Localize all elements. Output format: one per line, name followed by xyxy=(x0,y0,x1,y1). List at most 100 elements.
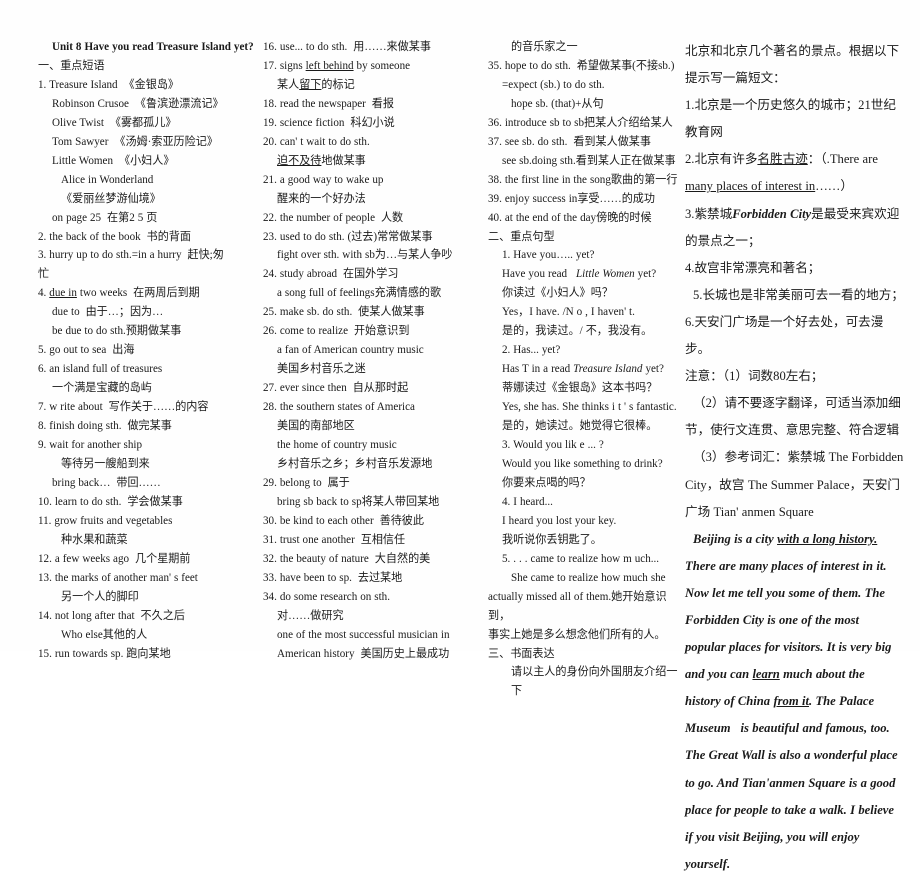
text-line: Little Women 《小妇人》 xyxy=(52,154,175,167)
text-line: 三、书面表达 xyxy=(488,647,555,660)
text-line: 13. the marks of another man' s feet xyxy=(38,571,198,584)
text-line: 种水果和蔬菜 xyxy=(61,533,128,546)
text-line: one of the most successful musician in xyxy=(277,628,450,641)
text-line: Would you like something to drink? xyxy=(502,457,663,470)
text-line: bring sb back to sp将某人带回某地 xyxy=(277,495,440,508)
text-line: 4. I heard... xyxy=(502,495,553,508)
text-line: 《爱丽丝梦游仙境》 xyxy=(61,192,161,205)
document-page: Unit 8 Have you read Treasure Island yet… xyxy=(0,0,920,871)
text-line: 31. trust one another 互相信任 xyxy=(263,533,406,546)
text-line: 你要来点喝的吗？ xyxy=(502,476,591,489)
text-line: Has T in a read Treasure Island yet? xyxy=(502,363,664,376)
text-line: on page 25 在第2 5 页 xyxy=(52,211,158,224)
text-line: 蒂娜读过《金银岛》这本书吗？ xyxy=(502,382,658,395)
text-line: 5.长城也是非常美丽可去一看的地方； xyxy=(693,287,904,302)
text-line: 事实上她是多么想念他们所有的人。 xyxy=(488,628,666,641)
text-line: 迫不及待地做某事 xyxy=(277,154,366,167)
text-line: （2）请不要逐字翻译，可适当添加细 xyxy=(693,396,901,411)
text-line: 你读过《小妇人》吗？ xyxy=(502,287,613,300)
column-4: 北京和北京几个著名的景点。根据以下 提示写一篇短文： 1.北京是一个历史悠久的城市；… xyxy=(685,38,907,878)
text-line: 教育网 xyxy=(685,125,723,140)
text-line: due to 由于…；因为… xyxy=(52,306,164,319)
text-line: The Great Wall is also a wonderful place xyxy=(685,748,898,763)
text-line: 乡村音乐之乡；乡村音乐发源地 xyxy=(277,457,433,470)
text-line: 1.北京是一个历史悠久的城市；21世纪 xyxy=(685,98,896,113)
text-line: history of China from it. The Palace xyxy=(685,694,875,709)
text-line: 15. run towards sp. 跑向某地 xyxy=(38,647,171,660)
text-line: 19. science fiction 科幻小说 xyxy=(263,116,395,129)
text-line: City，故宫 The Summer Palace，天安门 xyxy=(685,477,901,492)
text-line: 32. the beauty of nature 大自然的美 xyxy=(263,552,431,565)
text-line: 等待另一艘船到来 xyxy=(61,457,150,470)
text-line: 7. w rite about 写作关于……的内容 xyxy=(38,401,209,414)
text-line: 4.故宫非常漂亮和著名； xyxy=(685,260,821,275)
text-line: 37. see sb. do sth. 看到某人做某事 xyxy=(488,135,651,148)
text-line: 12. a few weeks ago 几个星期前 xyxy=(38,552,191,565)
text-line: 我听说你丢钥匙了。 xyxy=(502,533,602,546)
text-line: She came to realize how much she xyxy=(511,571,666,584)
text-line: bring back… 带回…… xyxy=(52,476,161,489)
text-line: Alice in Wonderland xyxy=(61,173,154,186)
text-line: 5. go out to sea 出海 xyxy=(38,344,135,357)
text-line: American history 美国历史上最成功 xyxy=(277,647,450,660)
text-line: 北京和北京几个著名的景点。根据以下 xyxy=(685,44,900,58)
text-line: 26. come to realize 开始意识到 xyxy=(263,325,410,338)
text-line: 10. learn to do sth. 学会做某事 xyxy=(38,495,183,508)
text-line: 25. make sb. do sth. 使某人做某事 xyxy=(263,306,425,319)
text-line: There are many places of interest in it. xyxy=(685,558,887,573)
text-line: 35. hope to do sth. 希望做某事(不接sb.) xyxy=(488,59,675,72)
text-line: 忙 xyxy=(38,268,50,281)
column-2: 16. use... to do sth. 用……来做某事 17. signs l… xyxy=(263,38,485,663)
text-line: 是的，她读过。她觉得它很棒。 xyxy=(502,420,658,433)
text-line: fight over sth. with sb为…与某人争吵 xyxy=(277,249,453,262)
text-line: 14. not long after that 不久之后 xyxy=(38,609,185,622)
text-line: 28. the southern states of America xyxy=(263,401,415,414)
text-line: 11. grow fruits and vegetables xyxy=(38,514,173,527)
text-line: a song full of feelings充满情感的歌 xyxy=(277,287,442,300)
text-line: 29. belong to 属于 xyxy=(263,476,350,489)
text-line: 21. a good way to wake up xyxy=(263,173,384,186)
text-line: to go. And Tian'anmen Square is a good xyxy=(685,775,896,790)
text-line: I heard you lost your key. xyxy=(502,514,617,527)
text-line: 4. due in two weeks 在两周后到期 xyxy=(38,287,200,300)
text-line: 1. Treasure Island 《金银岛》 xyxy=(38,78,180,91)
text-line: 38. the first line in the song歌曲的第一行 xyxy=(488,173,678,186)
text-line: Yes，I have. /N o , I haven' t. xyxy=(502,306,635,319)
text-line: and you can learn much about the xyxy=(685,667,865,682)
text-line: 2.北京有许多名胜古迹：（.There are xyxy=(685,152,878,167)
text-line: 二、重点句型 xyxy=(488,230,555,243)
text-line: 节，使行文连贯、意思完整、符合逻辑 xyxy=(685,423,900,438)
text-line: Olive Twist 《雾都孤儿》 xyxy=(52,116,177,129)
text-line: 一、重点短语 xyxy=(38,59,105,72)
text-line: 某人留下的标记 xyxy=(277,78,355,91)
text-line: 8. finish doing sth. 做完某事 xyxy=(38,420,172,433)
text-line: 36. introduce sb to sb把某人介绍给某人 xyxy=(488,116,673,129)
text-line: 3. Would you lik e ... ? xyxy=(502,439,604,452)
text-line: 39. enjoy success in享受……的成功 xyxy=(488,192,655,205)
text-line: 美国的南部地区 xyxy=(277,420,355,433)
text-line: 美国乡村音乐之迷 xyxy=(277,363,366,376)
text-line: 40. at the end of the day傍晚的时候 xyxy=(488,211,652,224)
text-line: Tom Sawyer 《汤姆·索亚历险记》 xyxy=(52,135,218,148)
text-line: 9. wait for another ship xyxy=(38,439,143,452)
text-line: Now let me tell you some of them. The xyxy=(685,585,885,600)
text-line: 2. the back of the book 书的背面 xyxy=(38,230,191,243)
text-line: yourself. xyxy=(685,856,731,871)
text-line: 3. hurry up to do sth.=in a hurry 赶快;匆 xyxy=(38,249,224,262)
text-line: 33. have been to sp. 去过某地 xyxy=(263,571,403,584)
text-line: =expect (sb.) to do sth. xyxy=(502,78,605,91)
text-line: 23. used to do sth. (过去)常常做某事 xyxy=(263,230,433,243)
text-line: 是的，我读过。/ 不，我没有。 xyxy=(502,325,653,338)
text-line: 24. study abroad 在国外学习 xyxy=(263,268,399,281)
text-line: 注意：（1）词数80左右； xyxy=(685,369,824,384)
text-line: 2. Has... yet? xyxy=(502,344,561,357)
text-line: Have you read Little Women yet? xyxy=(502,268,657,281)
text-line: 一个满是宝藏的岛屿 xyxy=(52,382,152,395)
text-line: （3）参考词汇：紫禁城 The Forbidden xyxy=(693,450,904,465)
text-line: 广场 Tian' anmen Square xyxy=(685,504,814,519)
text-line: see sb.doing sth.看到某人正在做某事 xyxy=(502,154,676,167)
text-line: 6.天安门广场是一个好去处，可去漫步。 xyxy=(685,314,884,357)
text-line: hope sb. (that)+从句 xyxy=(511,97,604,110)
text-line: 提示写一篇短文： xyxy=(685,71,786,86)
text-line: Robinson Crusoe 《鲁滨逊漂流记》 xyxy=(52,97,224,110)
